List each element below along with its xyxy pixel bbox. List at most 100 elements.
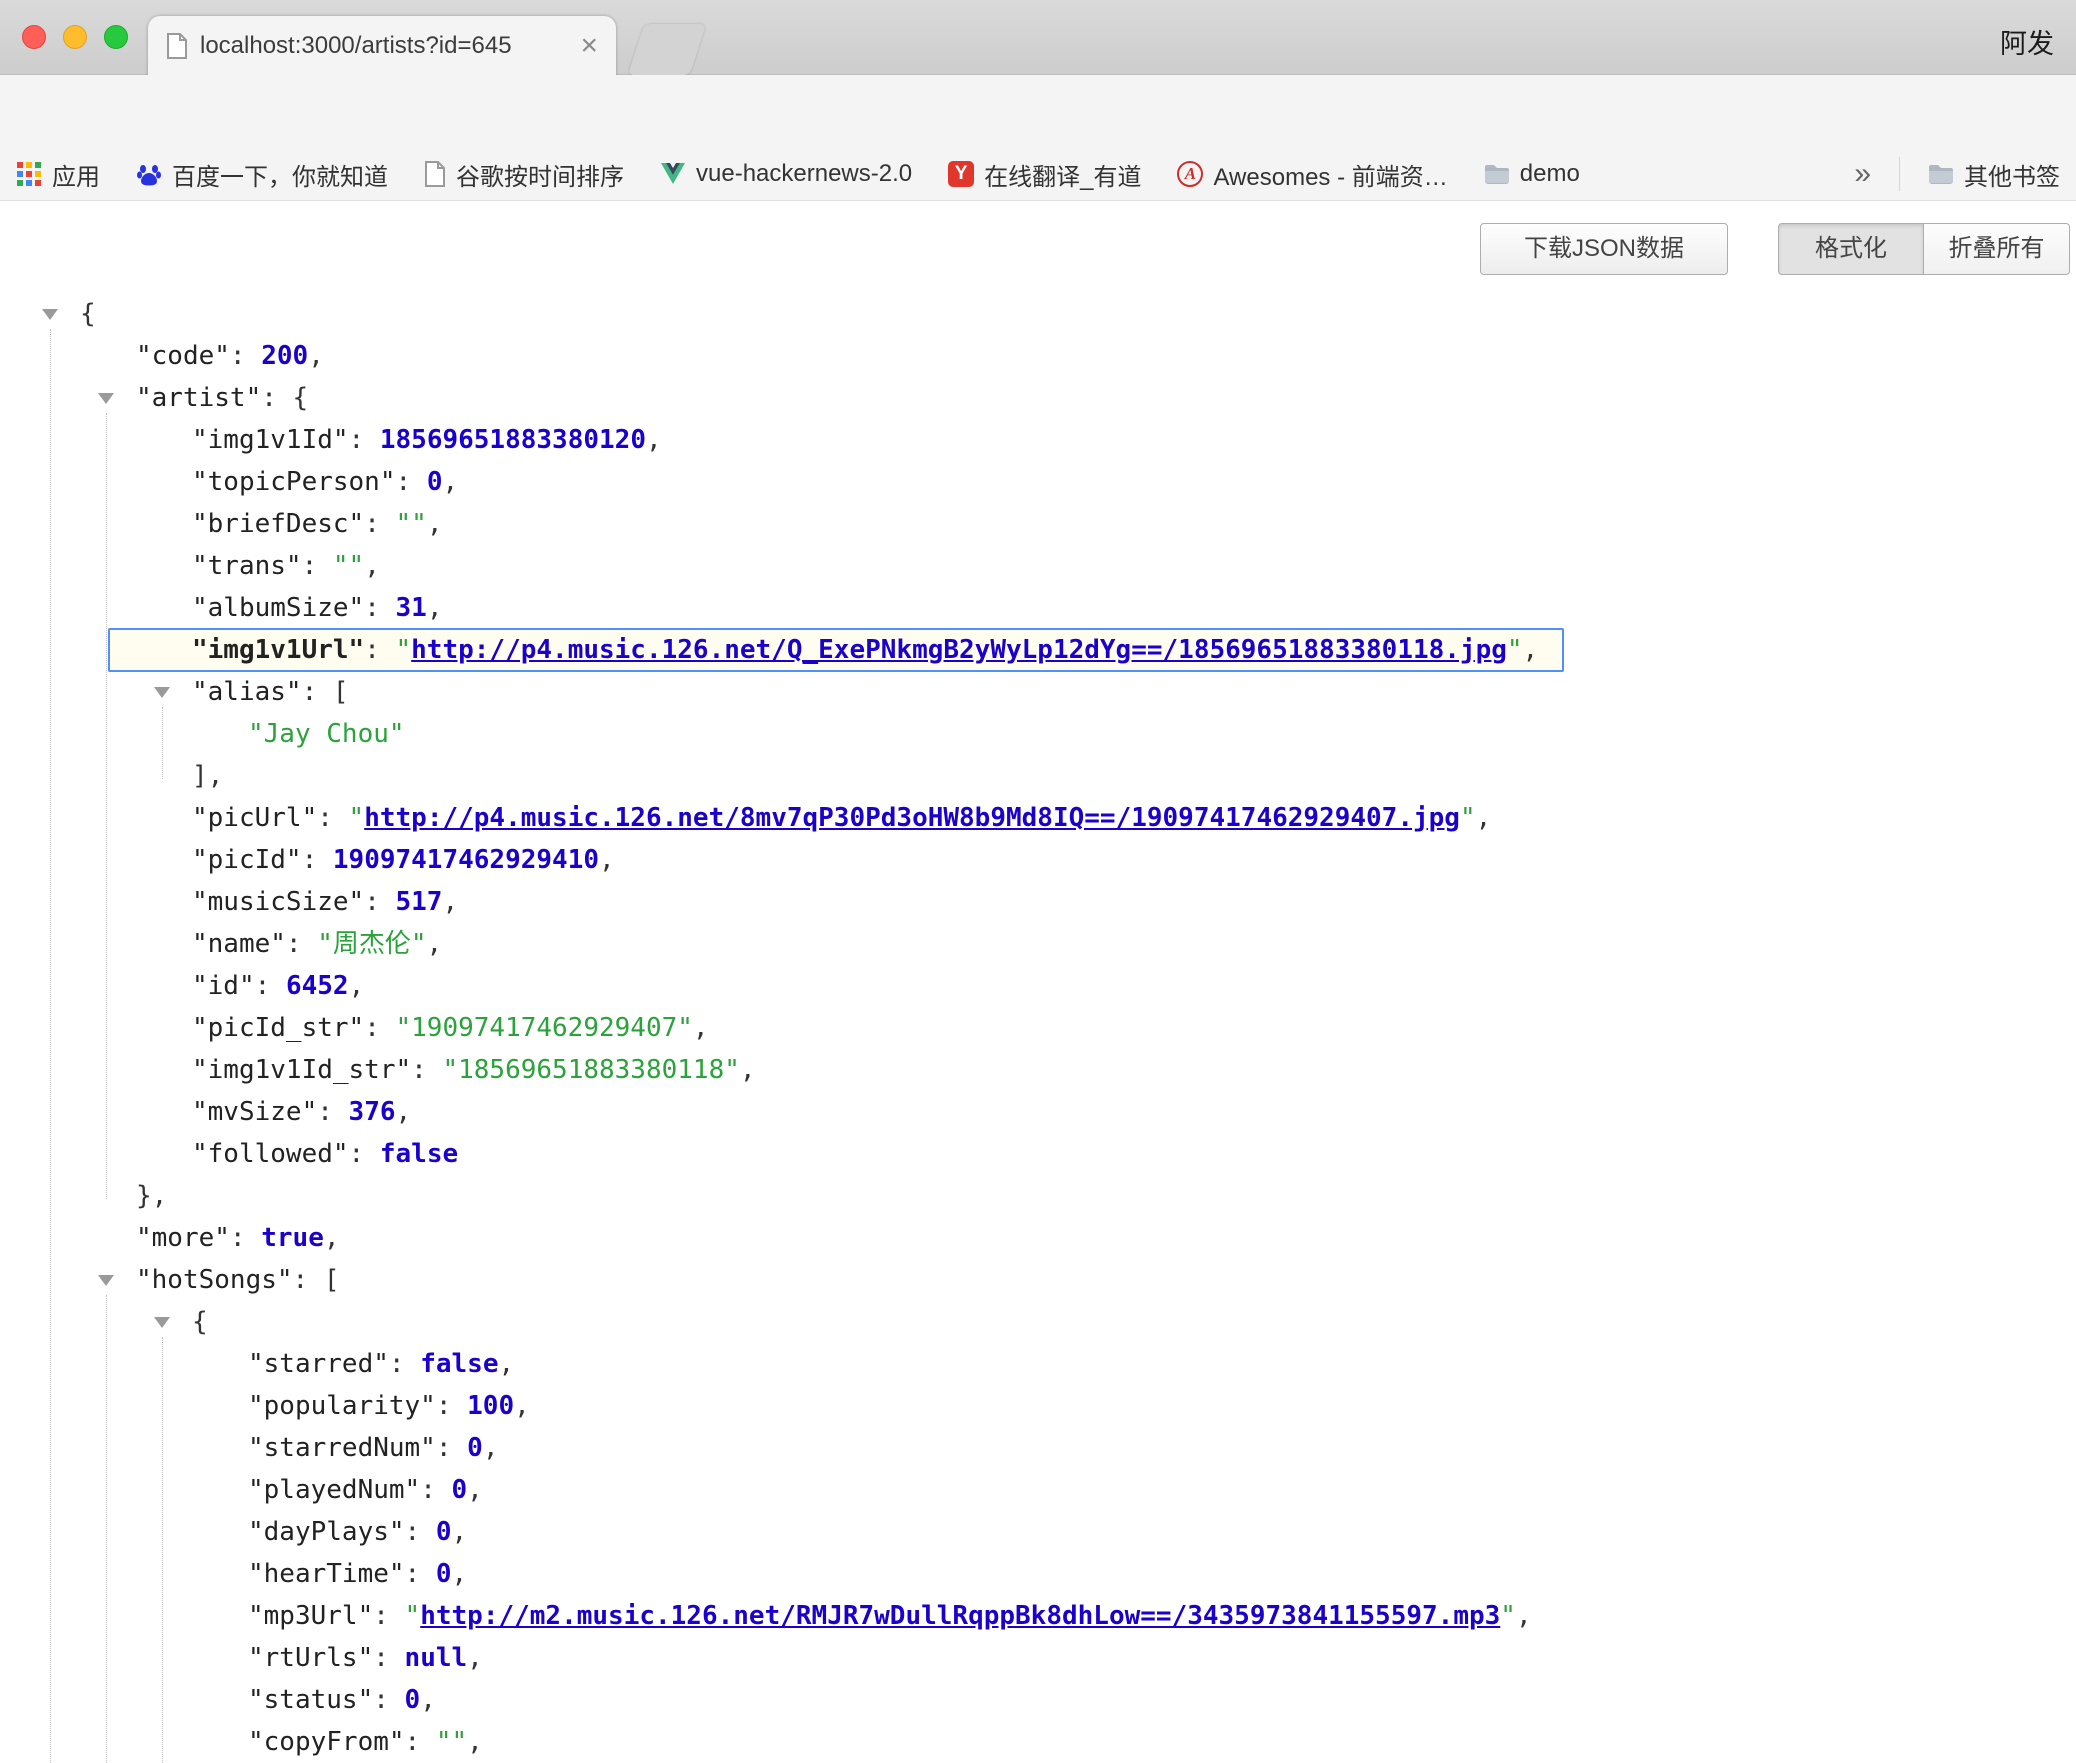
json-key: "briefDesc" [192,509,364,539]
download-json-button[interactable]: 下载JSON数据 [1480,223,1728,275]
json-comma: , [483,1433,499,1463]
traffic-lights [22,25,128,49]
apps-icon [16,161,42,187]
json-comma: , [442,887,458,917]
collapse-toggle-icon[interactable] [42,309,58,320]
traffic-light-zoom[interactable] [104,25,128,49]
json-bracket: [ [333,677,349,707]
json-comma: , [427,929,443,959]
bookmarks-overflow-chevron[interactable]: » [1854,157,1871,191]
other-bookmarks-label: 其他书签 [1964,157,2060,192]
json-colon: : [364,509,395,539]
json-key: "popularity" [248,1391,436,1421]
json-key: "topicPerson" [192,467,396,497]
json-colon: : [373,1601,404,1631]
json-line: "more": true, [0,1217,2076,1259]
json-line: "picUrl": "http://p4.music.126.net/8mv7q… [0,797,2076,839]
json-quote: " [1507,635,1523,665]
json-line: { [0,293,2076,335]
json-value: 0 [427,467,443,497]
bookmark-label: 在线翻译_有道 [984,157,1141,192]
json-colon: : [317,803,348,833]
json-url-link[interactable]: http://p4.music.126.net/8mv7qP30Pd3oHW8b… [364,803,1460,833]
json-tree: {"code": 200,"artist": {"img1v1Id": 1856… [0,293,2076,1763]
json-line: "img1v1Id_str": "18569651883380118", [0,1049,2076,1091]
json-url-link[interactable]: http://m2.music.126.net/RMJR7wDullRqppBk… [420,1601,1500,1631]
page-icon [424,161,446,187]
tab-favicon-icon [166,33,188,59]
json-key: "copyFrom" [248,1727,405,1757]
json-key: "hearTime" [248,1559,405,1589]
json-comma: , [208,761,224,791]
bookmark-item[interactable]: vue-hackernews-2.0 [660,160,912,188]
awesomes-icon: A [1177,161,1203,187]
other-bookmarks[interactable]: 其他书签 [1928,157,2060,192]
collapse-toggle-icon[interactable] [98,1275,114,1286]
traffic-light-close[interactable] [22,25,46,49]
json-line: "rtUrls": null, [0,1637,2076,1679]
folder-icon [1928,163,1954,185]
bookmark-item[interactable]: 应用 [16,157,100,192]
format-button[interactable]: 格式化 [1778,223,1924,275]
json-comma: , [467,1475,483,1505]
bookmark-item[interactable]: demo [1484,160,1580,188]
bookmark-item[interactable]: Y在线翻译_有道 [948,157,1141,192]
bookmark-item[interactable]: 百度一下，你就知道 [136,157,388,192]
tab-close-icon[interactable]: × [580,31,598,61]
new-tab-button[interactable] [628,24,707,75]
json-url-link[interactable]: http://p4.music.126.net/Q_ExePNkmgB2yWyL… [411,635,1507,665]
json-key: "trans" [192,551,302,581]
profile-name[interactable]: 阿发 [2000,22,2054,61]
json-bracket: ] [192,761,208,791]
traffic-light-minimize[interactable] [63,25,87,49]
json-colon: : [255,971,286,1001]
json-bracket: { [293,383,309,413]
json-line: "picId_str": "19097417462929407", [0,1007,2076,1049]
json-colon: : [405,1559,436,1589]
json-key: "alias" [192,677,302,707]
collapse-toggle-icon[interactable] [98,393,114,404]
collapse-all-button[interactable]: 折叠所有 [1924,223,2070,275]
collapse-toggle-icon[interactable] [154,1317,170,1328]
json-key: "followed" [192,1139,349,1169]
folder-icon [1484,163,1510,185]
json-colon: : [302,677,333,707]
json-line: "name": "周杰伦", [0,923,2076,965]
bookmark-item[interactable]: 谷歌按时间排序 [424,157,624,192]
bookmark-item[interactable]: A Awesomes - 前端资… [1177,157,1447,192]
json-comma: , [514,1391,530,1421]
json-comma: , [646,425,662,455]
json-colon: : [373,1685,404,1715]
json-value: "19097417462929407" [396,1013,693,1043]
json-quote: " [1500,1601,1516,1631]
json-line: "Jay Chou" [0,713,2076,755]
json-comma: , [740,1055,756,1085]
json-colon: : [364,635,395,665]
json-value: null [405,1643,468,1673]
bookmarks-separator [1899,157,1900,191]
json-key: "starred" [248,1349,389,1379]
json-line: ], [0,755,2076,797]
json-colon: : [373,1643,404,1673]
json-colon: : [396,467,427,497]
json-comma: , [349,971,365,1001]
json-colon: : [405,1517,436,1547]
browser-tab[interactable]: localhost:3000/artists?id=645 × [148,16,616,76]
json-colon: : [302,551,333,581]
json-comma: , [1476,803,1492,833]
json-comma: , [420,1685,436,1715]
json-line: { [0,1301,2076,1343]
json-key: "picUrl" [192,803,317,833]
collapse-toggle-icon[interactable] [154,687,170,698]
json-colon: : [349,1139,380,1169]
json-value: "" [333,551,364,581]
json-value: 517 [396,887,443,917]
json-value: "Jay Chou" [248,719,405,749]
json-key: "musicSize" [192,887,364,917]
json-colon: : [364,1013,395,1043]
json-key: "starredNum" [248,1433,436,1463]
bookmark-label: Awesomes - 前端资… [1213,157,1447,192]
json-bracket: { [192,1307,208,1337]
json-colon: : [286,929,317,959]
json-comma: , [324,1223,340,1253]
